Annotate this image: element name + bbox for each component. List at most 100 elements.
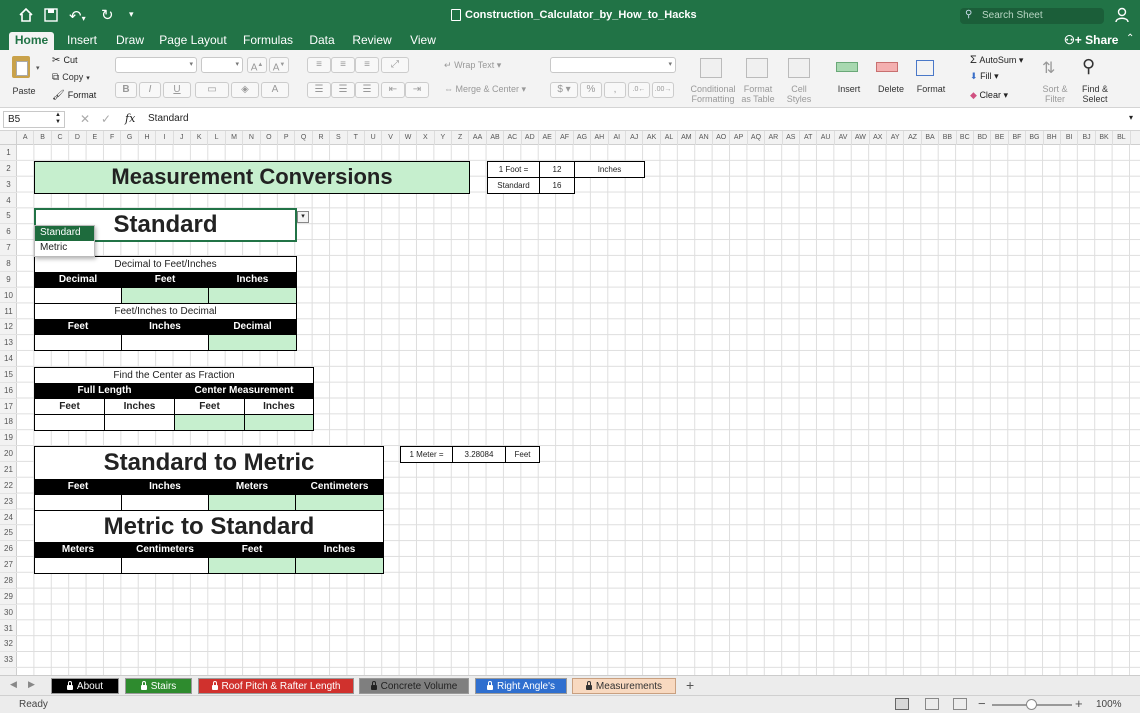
column-header-au[interactable]: AU <box>817 131 835 145</box>
column-header-am[interactable]: AM <box>678 131 696 145</box>
foot-inches-value-cell[interactable]: 12 <box>539 161 575 178</box>
sheet-tab-measurements[interactable]: Measurements <box>572 678 676 694</box>
ft-to-dec-input-feet[interactable] <box>34 334 122 351</box>
expand-formula-icon[interactable]: ▾ <box>1129 113 1133 122</box>
clear-button[interactable]: ◆ Clear ▾ <box>970 90 1008 101</box>
column-header-bi[interactable]: BI <box>1061 131 1079 145</box>
column-header-bh[interactable]: BH <box>1044 131 1061 145</box>
column-header-ae[interactable]: AE <box>539 131 557 145</box>
column-header-y[interactable]: Y <box>435 131 452 145</box>
tab-draw[interactable]: Draw <box>112 32 148 50</box>
tab-view[interactable]: View <box>406 32 440 50</box>
collapse-ribbon-icon[interactable]: ⌃ <box>1126 33 1134 44</box>
paste-button[interactable]: ▾ Paste <box>6 54 42 98</box>
column-header-av[interactable]: AV <box>835 131 853 145</box>
row-header-19[interactable]: 19 <box>0 430 17 447</box>
redo-icon[interactable]: ↻ <box>101 6 115 24</box>
percent-button[interactable]: % <box>580 82 602 98</box>
font-size-select[interactable]: ▾ <box>201 57 243 73</box>
column-header-j[interactable]: J <box>174 131 191 145</box>
row-header-33[interactable]: 33 <box>0 652 17 669</box>
row-header-5[interactable]: 5 <box>0 208 17 225</box>
scroll-tabs-right-icon[interactable]: ▶ <box>28 679 35 690</box>
italic-button[interactable]: I <box>139 82 161 98</box>
meter-feet-value-cell[interactable]: 3.28084 <box>452 446 506 463</box>
standard-value-cell[interactable]: 16 <box>539 177 575 194</box>
align-center-button[interactable]: ☰ <box>331 82 355 98</box>
comma-button[interactable]: , <box>604 82 626 98</box>
font-name-select[interactable]: ▾ <box>115 57 197 73</box>
name-box[interactable]: B5 ▲ ▼ <box>3 111 65 128</box>
sort-filter-label-1[interactable]: Sort & <box>1036 84 1074 94</box>
conditional-formatting-label-1[interactable]: Conditional <box>688 84 738 94</box>
align-right-button[interactable]: ☰ <box>355 82 379 98</box>
tab-page-layout[interactable]: Page Layout <box>158 32 228 50</box>
row-header-27[interactable]: 27 <box>0 557 17 573</box>
column-header-u[interactable]: U <box>365 131 383 145</box>
foot-inches-unit-cell[interactable]: Inches <box>574 161 645 178</box>
column-header-p[interactable]: P <box>278 131 296 145</box>
column-header-c[interactable]: C <box>52 131 70 145</box>
sort-filter-label-2[interactable]: Filter <box>1036 94 1074 104</box>
std-to-metric-output-meters[interactable] <box>208 494 296 511</box>
column-header-ai[interactable]: AI <box>609 131 626 145</box>
save-icon[interactable] <box>44 8 58 22</box>
formula-input[interactable]: Standard <box>148 113 189 124</box>
metric-to-std-input-centimeters[interactable] <box>121 557 209 574</box>
conditional-formatting-label-2[interactable]: Formatting <box>688 94 738 104</box>
row-header-12[interactable]: 12 <box>0 319 17 336</box>
column-header-bj[interactable]: BJ <box>1078 131 1096 145</box>
unit-dropdown-list[interactable]: Standard Metric <box>34 225 95 257</box>
column-header-ah[interactable]: AH <box>591 131 609 145</box>
row-header-25[interactable]: 25 <box>0 525 17 542</box>
column-header-g[interactable]: G <box>121 131 139 145</box>
sheet-tab-concrete-volume[interactable]: Concrete Volume <box>359 678 469 694</box>
row-header-2[interactable]: 2 <box>0 161 17 177</box>
increase-decimal-button[interactable]: .0← <box>628 82 650 98</box>
decrease-decimal-button[interactable]: .00→ <box>652 82 674 98</box>
center-input-feet[interactable] <box>34 414 105 431</box>
standard-label-cell[interactable]: Standard <box>487 177 540 194</box>
column-header-aw[interactable]: AW <box>852 131 870 145</box>
row-header-10[interactable]: 10 <box>0 288 17 304</box>
column-header-f[interactable]: F <box>104 131 122 145</box>
bold-button[interactable]: B <box>115 82 137 98</box>
row-header-6[interactable]: 6 <box>0 224 17 241</box>
dec-to-ft-output-inches[interactable] <box>208 287 297 304</box>
home-icon[interactable] <box>19 7 33 22</box>
row-header-8[interactable]: 8 <box>0 256 17 272</box>
std-to-metric-input-feet[interactable] <box>34 494 122 511</box>
number-format-select[interactable]: ▾ <box>550 57 676 73</box>
tab-formulas[interactable]: Formulas <box>240 32 296 50</box>
row-header-30[interactable]: 30 <box>0 605 17 621</box>
decrease-indent-button[interactable]: ⇤ <box>381 82 405 98</box>
column-header-d[interactable]: D <box>69 131 87 145</box>
column-header-ao[interactable]: AO <box>713 131 731 145</box>
sheet-tab-about[interactable]: About <box>51 678 119 694</box>
row-header-1[interactable]: 1 <box>0 145 17 161</box>
std-to-metric-input-inches[interactable] <box>121 494 209 511</box>
confirm-formula-icon[interactable]: ✓ <box>101 112 111 126</box>
std-to-metric-output-centimeters[interactable] <box>295 494 384 511</box>
column-header-q[interactable]: Q <box>295 131 313 145</box>
customize-toolbar-icon[interactable]: ▾ <box>129 9 134 20</box>
center-output-inches[interactable] <box>244 414 314 431</box>
cut-button[interactable]: ✂ Cut <box>52 54 77 66</box>
column-header-ab[interactable]: AB <box>487 131 505 145</box>
align-middle-button[interactable]: ≡ <box>331 57 355 73</box>
meter-label-cell[interactable]: 1 Meter = <box>400 446 453 463</box>
share-button[interactable]: ⚇+ Share <box>1064 32 1118 50</box>
row-header-32[interactable]: 32 <box>0 636 17 653</box>
column-header-af[interactable]: AF <box>556 131 574 145</box>
column-header-t[interactable]: T <box>348 131 365 145</box>
column-header-bd[interactable]: BD <box>974 131 992 145</box>
column-header-bg[interactable]: BG <box>1026 131 1044 145</box>
center-input-inches[interactable] <box>104 414 175 431</box>
column-header-bc[interactable]: BC <box>957 131 974 145</box>
page-break-view-icon[interactable] <box>953 698 967 710</box>
sheet-tab-stairs[interactable]: Stairs <box>125 678 192 694</box>
column-header-r[interactable]: R <box>313 131 331 145</box>
row-header-14[interactable]: 14 <box>0 351 17 367</box>
metric-to-std-input-meters[interactable] <box>34 557 122 574</box>
column-header-ar[interactable]: AR <box>765 131 783 145</box>
